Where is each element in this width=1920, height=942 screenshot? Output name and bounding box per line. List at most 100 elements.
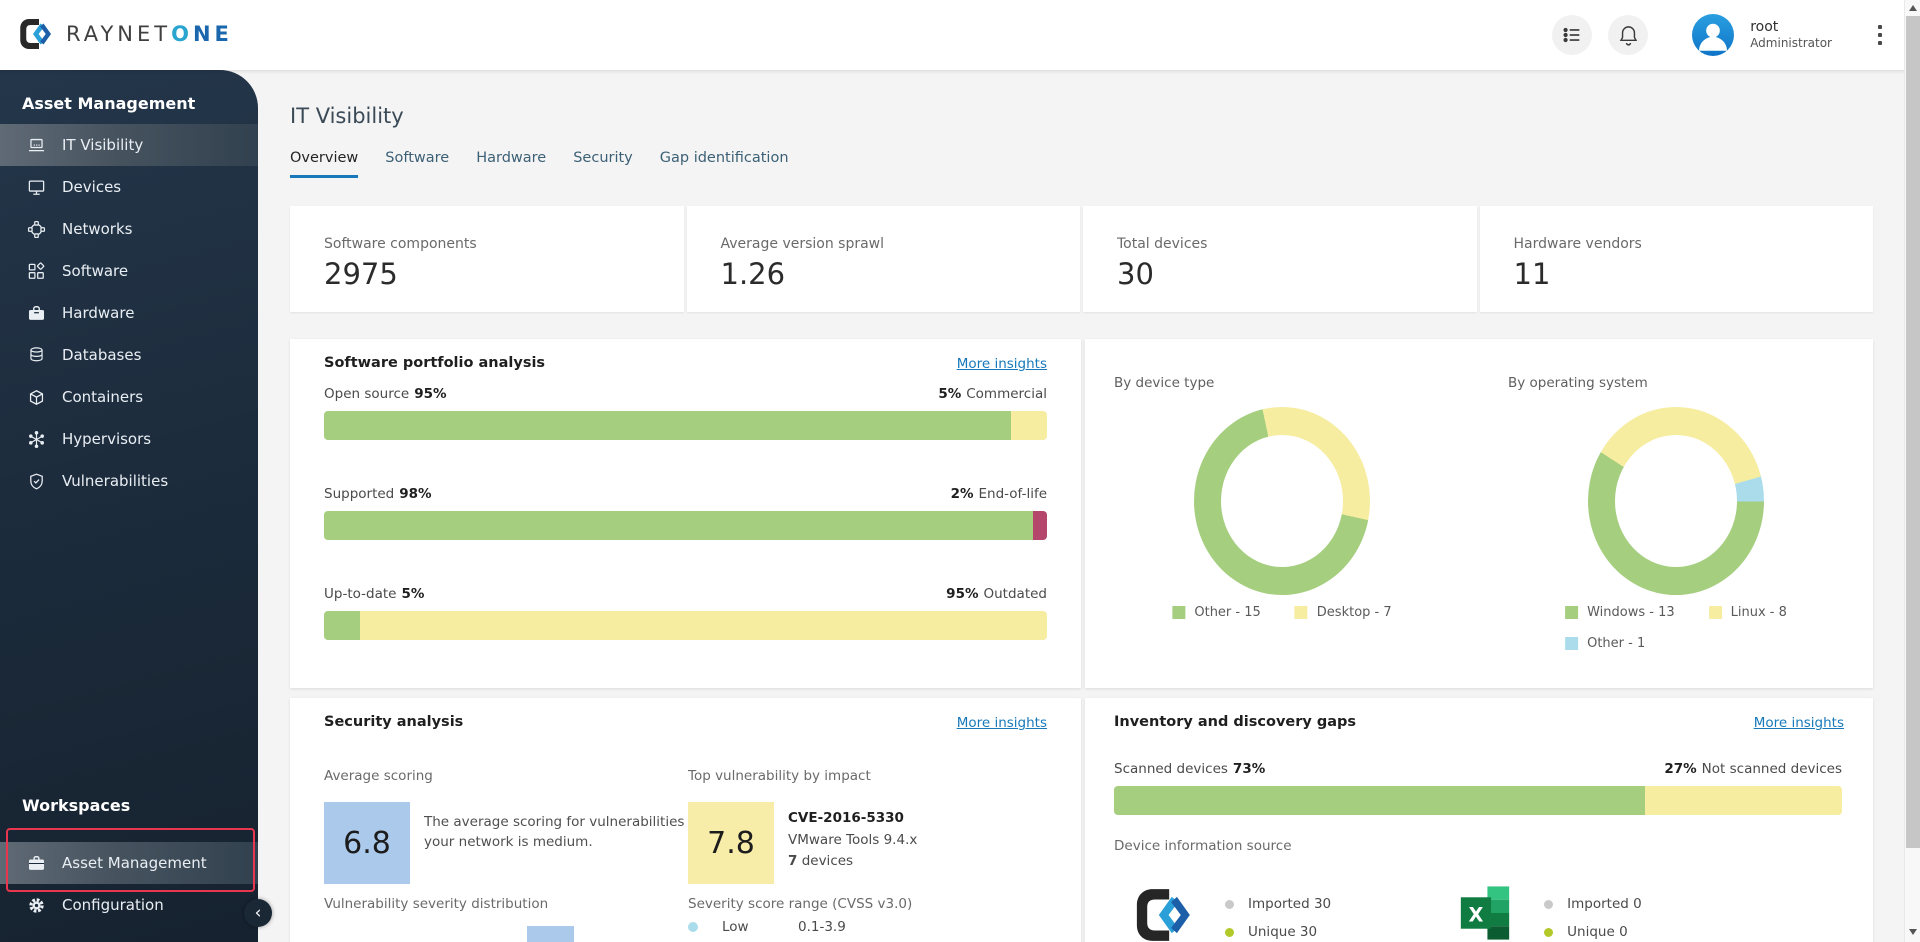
tab-overview[interactable]: Overview [290, 150, 358, 178]
legend-swatch [1709, 606, 1722, 619]
sidebar-item-devices[interactable]: Devices [0, 166, 258, 208]
top-vulnerability-score-box: 7.8 [688, 802, 774, 884]
unique-dot [1225, 928, 1234, 937]
brand-logo[interactable]: RAYNETONE [18, 16, 233, 52]
excel-logo: X [1456, 884, 1514, 942]
average-scoring-label: Average scoring [324, 768, 433, 784]
sidebar-item-databases[interactable]: Databases [0, 334, 258, 376]
chart-title: By device type [1114, 375, 1214, 391]
notifications-button[interactable] [1608, 15, 1648, 55]
sidebar-item-containers[interactable]: Containers [0, 376, 258, 418]
more-insights-link[interactable]: More insights [1754, 715, 1844, 731]
overflow-menu-button[interactable] [1874, 21, 1886, 49]
cvss-legend: Low 0.1-3.9 Medium 4.0-6.9 [688, 912, 846, 942]
workspace-list: Asset Management Configuration [0, 842, 258, 926]
device-type-donut [1194, 407, 1370, 595]
legend-swatch [1565, 606, 1578, 619]
software-portfolio-panel: Software portfolio analysis More insight… [290, 339, 1081, 688]
panel-title: Software portfolio analysis [324, 355, 545, 371]
kpi-value: 1.26 [721, 257, 1081, 291]
scrollbar-down-arrow[interactable] [1909, 929, 1917, 935]
cve-device-count: 7 devices [788, 851, 917, 873]
scanned-devices-bar-group: Scanned devices73% 27%Not scanned device… [1114, 761, 1842, 815]
sidebar-item-label: Hardware [62, 304, 134, 322]
kpi-total-devices: Total devices 30 [1083, 206, 1477, 312]
hardware-icon [27, 304, 46, 323]
up-to-date-bar-group: Up-to-date5% 95%Outdated [324, 586, 1047, 640]
more-insights-link[interactable]: More insights [957, 356, 1047, 372]
sidebar-item-hypervisors[interactable]: Hypervisors [0, 418, 258, 460]
sidebar-item-hardware[interactable]: Hardware [0, 292, 258, 334]
device-charts-panel: By device type Other - 15 Desktop - 7 By… [1085, 339, 1873, 688]
source-excel: X Imported 0 Unique 0 [1456, 884, 1642, 942]
user-avatar[interactable] [1692, 14, 1734, 56]
kpi-version-sprawl: Average version sprawl 1.26 [687, 206, 1081, 312]
device-source-label: Device information source [1114, 838, 1292, 854]
supported-bar-group: Supported98% 2%End-of-life [324, 486, 1047, 540]
kpi-value: 30 [1117, 257, 1477, 291]
kpi-label: Average version sprawl [721, 236, 1081, 252]
sidebar-item-label: Databases [62, 346, 141, 364]
sidebar-collapse-button[interactable]: ‹ [244, 899, 272, 927]
raynet-source-logo [1133, 884, 1195, 942]
sidebar-item-label: Devices [62, 178, 121, 196]
sidebar-item-label: Networks [62, 220, 132, 238]
tab-gap-identification[interactable]: Gap identification [660, 150, 789, 178]
workspace-item-asset-management[interactable]: Asset Management [0, 842, 258, 884]
sidebar-nav: IT Visibility Devices Networks Software [0, 124, 258, 502]
sidebar-item-it-visibility[interactable]: IT Visibility [0, 124, 258, 166]
security-analysis-panel: Security analysis More insights Average … [290, 698, 1081, 942]
chevron-left-icon: ‹ [255, 903, 262, 923]
database-icon [27, 346, 46, 365]
user-name: root [1750, 19, 1832, 37]
tasks-button[interactable] [1552, 15, 1592, 55]
page-scrollbar[interactable] [1904, 0, 1920, 942]
workspace-item-label: Configuration [62, 896, 164, 914]
up-to-date-bar [324, 611, 1047, 640]
kpi-value: 11 [1514, 257, 1874, 291]
sidebar-item-label: Containers [62, 388, 143, 406]
low-severity-dot [688, 922, 698, 932]
task-list-icon [1561, 24, 1583, 46]
scrollbar-up-arrow[interactable] [1909, 5, 1917, 11]
sidebar-item-software[interactable]: Software [0, 250, 258, 292]
kpi-value: 2975 [324, 257, 684, 291]
more-insights-link[interactable]: More insights [957, 715, 1047, 731]
kpi-label: Software components [324, 236, 684, 252]
supported-bar [324, 511, 1047, 540]
legend-swatch [1172, 606, 1185, 619]
sidebar: Asset Management IT Visibility Devices N… [0, 70, 258, 942]
sidebar-item-vulnerabilities[interactable]: Vulnerabilities [0, 460, 258, 502]
os-legend: Windows - 13 Linux - 8 Other - 1 [1565, 605, 1787, 651]
briefcase-icon [27, 854, 46, 873]
kpi-label: Total devices [1117, 236, 1477, 252]
sidebar-item-label: Hypervisors [62, 430, 151, 448]
inventory-gaps-panel: Inventory and discovery gaps More insigh… [1085, 698, 1873, 942]
user-role: Administrator [1750, 36, 1832, 51]
os-chart-column: By operating system Windows - 13 Linux -… [1479, 339, 1873, 688]
scrollbar-thumb[interactable] [1906, 16, 1920, 848]
legend-swatch [1565, 637, 1578, 650]
imported-dot [1544, 900, 1553, 909]
sidebar-item-label: Vulnerabilities [62, 472, 168, 490]
shield-check-icon [27, 472, 46, 491]
sidebar-item-label: IT Visibility [62, 136, 143, 154]
sidebar-item-label: Software [62, 262, 128, 280]
workspaces-section-title: Workspaces [22, 796, 130, 815]
laptop-icon [27, 136, 46, 155]
device-sources: Imported 30 Unique 30 X Imported 0 Uniqu… [1085, 884, 1873, 942]
workspace-item-configuration[interactable]: Configuration [0, 884, 258, 926]
source-raynet: Imported 30 Unique 30 [1133, 884, 1331, 942]
cve-product: VMware Tools 9.4.x [788, 830, 917, 852]
tab-software[interactable]: Software [385, 150, 449, 178]
tab-security[interactable]: Security [573, 150, 633, 178]
cvss-range-label: Severity score range (CVSS v3.0) [688, 896, 912, 912]
tab-hardware[interactable]: Hardware [476, 150, 546, 178]
bell-icon [1617, 24, 1640, 47]
kpi-row: Software components 2975 Average version… [290, 206, 1873, 312]
raynet-logo-icon [18, 16, 54, 52]
cve-id: CVE-2016-5330 [788, 808, 917, 830]
svg-text:X: X [1469, 903, 1484, 926]
sidebar-item-networks[interactable]: Networks [0, 208, 258, 250]
user-info[interactable]: root Administrator [1750, 19, 1832, 52]
